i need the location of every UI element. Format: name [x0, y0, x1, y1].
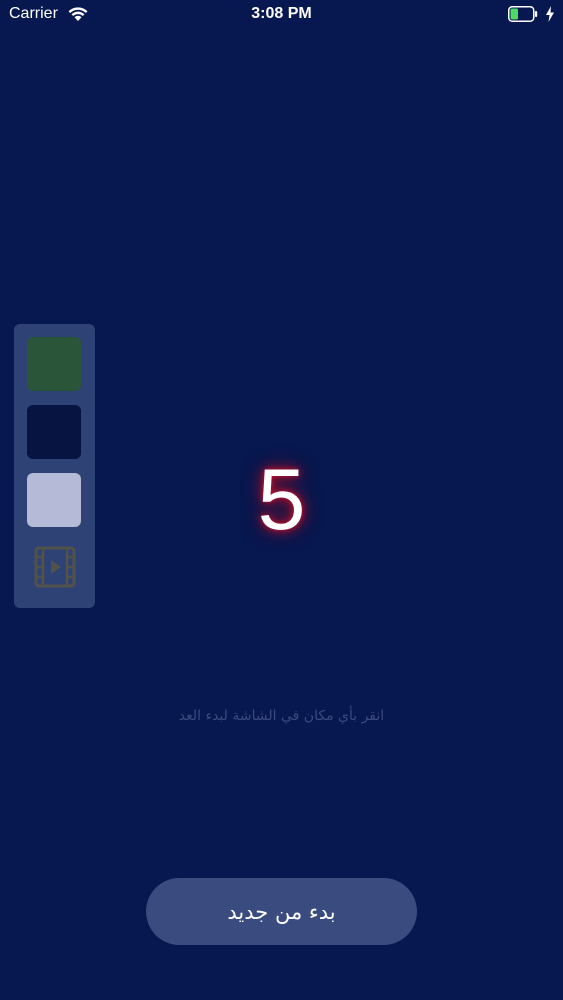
restart-button[interactable]: بدء من جديد	[146, 878, 417, 945]
status-bar: Carrier 3:08 PM	[0, 0, 563, 30]
tap-to-start-hint: انقر بأي مكان في الشاشة لبدء العد	[178, 708, 385, 724]
battery-icon	[508, 6, 538, 22]
swatch-green[interactable]	[27, 337, 81, 391]
countdown-number: 5	[257, 452, 306, 548]
clock: 3:08 PM	[251, 5, 312, 22]
charging-icon	[546, 6, 554, 22]
